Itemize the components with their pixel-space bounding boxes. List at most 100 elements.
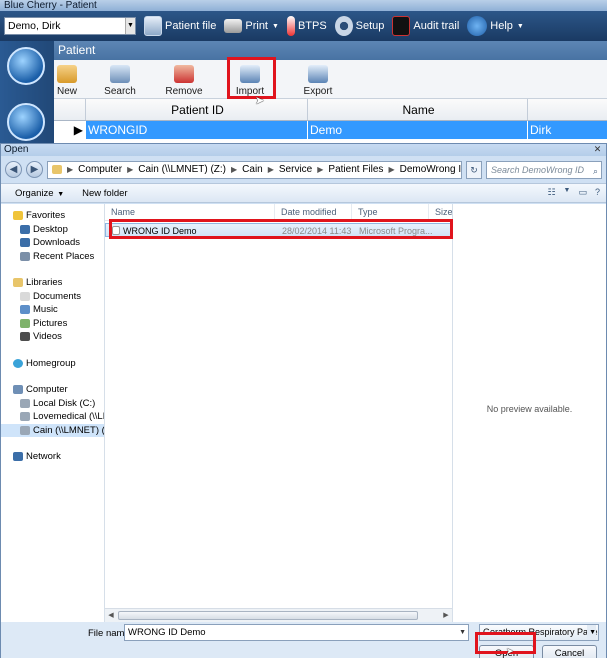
music-icon xyxy=(20,305,30,315)
export-button[interactable]: Export xyxy=(292,60,344,99)
help-icon[interactable]: ? xyxy=(595,187,600,198)
patient-icon[interactable] xyxy=(7,47,45,85)
nav-pictures-label: Pictures xyxy=(33,317,68,329)
cell-first-name[interactable]: Dirk xyxy=(528,121,607,139)
chevron-down-icon: ▼ xyxy=(57,190,65,198)
breadcrumb-patient-files[interactable]: Patient Files xyxy=(328,164,383,175)
print-label: Print xyxy=(245,20,268,32)
nav-desktop[interactable]: Desktop xyxy=(1,223,104,237)
nav-local-disk[interactable]: Local Disk (C:) xyxy=(1,397,104,411)
search-button[interactable]: Search xyxy=(92,60,148,99)
nav-recent-places-label: Recent Places xyxy=(33,250,95,262)
print-button[interactable]: Print ▼ xyxy=(224,19,279,33)
patient-file-button[interactable]: Patient file xyxy=(144,16,216,36)
organize-button[interactable]: Organize ▼ xyxy=(15,188,64,199)
nav-lovemedical[interactable]: Lovemedical (\\LMN xyxy=(1,410,104,424)
app-title: Blue Cherry - Patient xyxy=(0,0,607,11)
col-size[interactable]: Size xyxy=(429,204,452,220)
nav-downloads[interactable]: Downloads xyxy=(1,236,104,250)
nav-music[interactable]: Music xyxy=(1,303,104,317)
breadcrumb-computer[interactable]: Computer xyxy=(78,164,122,175)
setup-button[interactable]: Setup xyxy=(334,16,385,36)
scroll-right-icon[interactable]: ▶ xyxy=(440,609,452,622)
compass-icon[interactable] xyxy=(7,103,45,141)
chevron-right-icon: ▶ xyxy=(67,165,74,174)
setup-label: Setup xyxy=(355,20,385,32)
preview-pane: No preview available. xyxy=(452,204,606,622)
col-type[interactable]: Type xyxy=(352,204,429,220)
patient-select[interactable]: Demo, Dirk ▼ xyxy=(4,17,136,35)
col-date-modified[interactable]: Date modified xyxy=(275,204,352,220)
videos-icon xyxy=(20,332,30,342)
help-button[interactable]: Help ▼ xyxy=(467,16,524,36)
nav-computer[interactable]: Computer xyxy=(1,383,104,397)
nav-recent-places[interactable]: Recent Places xyxy=(1,250,104,264)
preview-pane-icon[interactable]: ▭ xyxy=(578,187,587,198)
cell-patient-id[interactable]: WRONGID xyxy=(86,121,308,139)
breadcrumb-demowrong-id[interactable]: DemoWrong ID xyxy=(400,164,461,175)
audit-trail-button[interactable]: Audit trail xyxy=(392,16,459,36)
search-input[interactable]: Search DemoWrong ID ⌕ xyxy=(486,160,602,179)
new-label: New xyxy=(56,86,77,97)
nav-videos[interactable]: Videos xyxy=(1,330,104,344)
cell-name[interactable]: Demo xyxy=(308,121,528,139)
breadcrumb-drive[interactable]: Cain (\\LMNET) (Z:) xyxy=(138,164,226,175)
nav-computer-label: Computer xyxy=(26,384,68,395)
cancel-button[interactable]: Cancel xyxy=(542,645,597,658)
patient-file-label: Patient file xyxy=(165,20,217,32)
drive-icon xyxy=(20,398,30,408)
nav-documents-label: Documents xyxy=(33,290,82,302)
btps-label: BTPS xyxy=(297,20,327,32)
nav-libraries[interactable]: Libraries xyxy=(1,276,104,290)
horizontal-scrollbar[interactable]: ◀ ▶ xyxy=(105,608,452,622)
network-icon xyxy=(13,452,23,462)
table-row[interactable]: ▶ WRONGID Demo Dirk xyxy=(54,121,607,139)
nav-homegroup[interactable]: Homegroup xyxy=(1,357,104,371)
grid-col-name[interactable]: Name xyxy=(308,99,528,120)
chevron-right-icon: ▶ xyxy=(317,165,324,174)
breadcrumb-service[interactable]: Service xyxy=(279,164,312,175)
remove-button[interactable]: Remove xyxy=(154,60,214,99)
breadcrumb-cain[interactable]: Cain xyxy=(242,164,263,175)
app-window: Blue Cherry - Patient Demo, Dirk ▼ Patie… xyxy=(0,0,607,143)
app-body: Patient New Search Remove Import Export … xyxy=(0,41,607,143)
chevron-right-icon: ▶ xyxy=(127,165,134,174)
back-icon[interactable]: ◀ xyxy=(5,161,22,178)
organize-label: Organize xyxy=(15,187,54,199)
nav-cain-drive-label: Cain (\\LMNET) (Z:) xyxy=(33,424,105,436)
mouse-cursor-icon: ➤ xyxy=(255,95,265,107)
export-icon xyxy=(308,65,328,83)
new-folder-button[interactable]: New folder xyxy=(82,188,127,199)
nav-favorites[interactable]: Favorites xyxy=(1,209,104,223)
row-marker-icon: ▶ xyxy=(54,121,86,139)
scroll-left-icon[interactable]: ◀ xyxy=(105,609,117,622)
col-name[interactable]: Name xyxy=(105,204,275,220)
close-icon[interactable]: ✕ xyxy=(591,144,604,155)
address-bar[interactable]: ▶ Computer ▶ Cain (\\LMNET) (Z:) ▶ Cain … xyxy=(47,160,462,179)
forward-icon[interactable]: ▶ xyxy=(26,161,43,178)
remove-patient-icon xyxy=(174,65,194,83)
printer-icon xyxy=(224,19,243,33)
recent-places-icon xyxy=(20,251,30,261)
panel-title: Patient xyxy=(54,41,607,60)
scrollbar-thumb[interactable] xyxy=(118,611,418,620)
chevron-right-icon: ▶ xyxy=(388,165,395,174)
nav-cain-drive[interactable]: Cain (\\LMNET) (Z:) xyxy=(1,423,105,437)
grid-header: Patient ID Name xyxy=(54,99,607,121)
nav-pictures[interactable]: Pictures xyxy=(1,317,104,331)
nav-documents[interactable]: Documents xyxy=(1,290,104,304)
export-label: Export xyxy=(303,86,333,97)
search-icon xyxy=(110,65,130,83)
view-options-icon[interactable]: ☷ xyxy=(547,187,555,198)
nav-network[interactable]: Network xyxy=(1,450,104,464)
side-panel xyxy=(0,41,54,143)
refresh-icon[interactable]: ↻ xyxy=(466,160,482,179)
grid-col-patient-id[interactable]: Patient ID xyxy=(86,99,308,120)
help-icon xyxy=(467,16,488,36)
file-name-field[interactable]: WRONG ID Demo ▼ xyxy=(124,624,469,641)
chevron-down-icon[interactable]: ▼ xyxy=(564,187,571,198)
chevron-down-icon[interactable]: ▼ xyxy=(459,625,466,640)
new-button[interactable]: New xyxy=(56,60,78,99)
btps-button[interactable]: BTPS xyxy=(286,16,327,36)
